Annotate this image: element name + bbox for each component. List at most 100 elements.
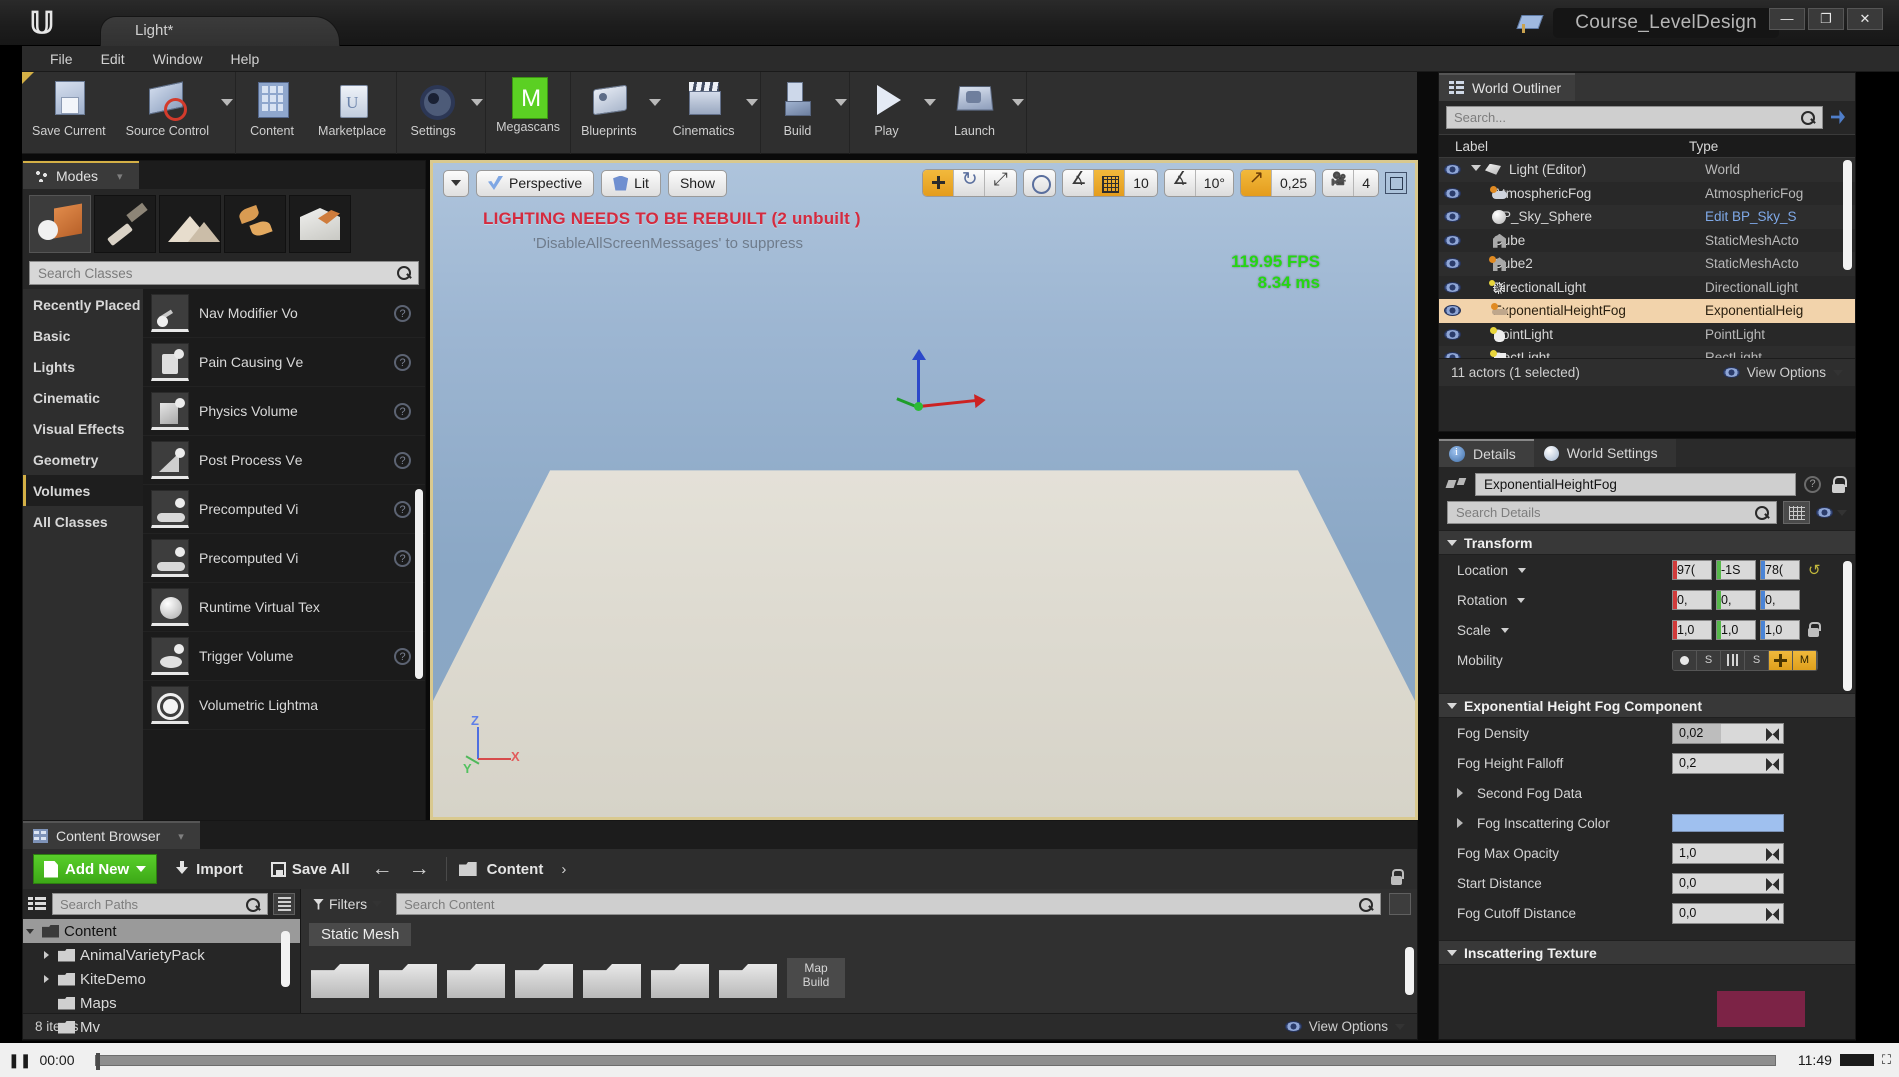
asset-folder[interactable] bbox=[651, 964, 709, 998]
grid-snap-toggle[interactable] bbox=[1094, 170, 1126, 196]
list-item[interactable]: Pain Causing Vе ? bbox=[143, 338, 425, 387]
fog-max-opacity-input[interactable]: 1,0 bbox=[1672, 842, 1784, 864]
tree-item-animal-variety-pack[interactable]: AnimalVarietyPack bbox=[23, 943, 300, 967]
world-space-button[interactable] bbox=[1024, 170, 1055, 196]
foliage-mode-button[interactable] bbox=[224, 195, 286, 253]
volume-slider[interactable] bbox=[1839, 1054, 1874, 1066]
search-details-input[interactable]: Search Details bbox=[1447, 501, 1777, 524]
outliner-search-input[interactable]: Search... bbox=[1446, 106, 1823, 129]
progress-slider[interactable] bbox=[95, 1052, 1776, 1070]
mobility-movable-button[interactable] bbox=[1769, 650, 1793, 670]
geometry-mode-button[interactable] bbox=[289, 195, 351, 253]
actor-pick-icon[interactable] bbox=[1447, 477, 1467, 493]
category-cinematic[interactable]: Cinematic bbox=[23, 382, 143, 413]
search-paths-input[interactable]: Search Paths bbox=[52, 893, 268, 915]
category-recently-placed[interactable]: Recently Placed bbox=[23, 289, 143, 320]
outliner-view-options-button[interactable]: View Options bbox=[1722, 365, 1843, 380]
grid-snap-value[interactable]: 10 bbox=[1125, 170, 1157, 196]
visibility-toggle[interactable] bbox=[1439, 281, 1465, 293]
view-mode-perspective-button[interactable]: Perspective bbox=[476, 169, 595, 197]
table-row[interactable]: ExponentialHeightFog ExponentialHeig bbox=[1439, 299, 1855, 323]
visibility-toggle[interactable] bbox=[1439, 234, 1465, 246]
angle-snap-value[interactable]: 10° bbox=[1196, 170, 1233, 196]
category-visual-effects[interactable]: Visual Effects bbox=[23, 413, 143, 444]
maximize-viewport-button[interactable] bbox=[1385, 172, 1407, 194]
save-current-button[interactable]: Save Current bbox=[22, 72, 116, 154]
column-label[interactable]: Label bbox=[1439, 139, 1689, 154]
outliner-row-type[interactable]: Edit BP_Sky_S bbox=[1705, 209, 1855, 224]
launch-button[interactable]: Launch bbox=[938, 72, 1010, 154]
camera-speed-value[interactable]: 4 bbox=[1354, 170, 1378, 196]
play-dropdown[interactable] bbox=[922, 72, 938, 154]
menu-edit[interactable]: Edit bbox=[87, 48, 139, 70]
asset-folder[interactable] bbox=[447, 964, 505, 998]
list-item[interactable]: Precomputed Vi ? bbox=[143, 485, 425, 534]
tree-item-maps[interactable]: Maps bbox=[23, 991, 300, 1015]
details-scrollbar[interactable] bbox=[1843, 561, 1852, 691]
show-menu-button[interactable]: Show bbox=[667, 169, 727, 197]
assets-scrollbar[interactable] bbox=[1405, 947, 1414, 995]
list-item[interactable]: Precomputed Vi ? bbox=[143, 534, 425, 583]
class-list-scrollbar[interactable] bbox=[415, 489, 423, 679]
table-row[interactable]: Cube2 StaticMeshActo bbox=[1439, 252, 1855, 276]
column-type[interactable]: Type bbox=[1689, 139, 1855, 154]
tab-modes[interactable]: Modes ▾ bbox=[23, 161, 139, 189]
list-item[interactable]: Runtime Virtual Teх bbox=[143, 583, 425, 632]
content-browser-lock-icon[interactable] bbox=[1389, 869, 1404, 885]
translate-gizmo-button[interactable] bbox=[923, 170, 955, 196]
progress-handle[interactable] bbox=[96, 1052, 101, 1070]
section-fog-component[interactable]: Exponential Height Fog Component bbox=[1439, 693, 1855, 718]
search-content-input[interactable]: Search Content bbox=[396, 893, 1381, 915]
visibility-toggle[interactable] bbox=[1439, 211, 1465, 223]
scale-lock-icon[interactable] bbox=[1806, 622, 1821, 638]
details-grid-view-button[interactable] bbox=[1783, 501, 1810, 524]
scale-snap-value[interactable]: 0,25 bbox=[1272, 170, 1315, 196]
visibility-toggle[interactable] bbox=[1439, 258, 1465, 270]
start-distance-input[interactable]: 0,0 bbox=[1672, 872, 1784, 894]
fog-inscattering-color-swatch[interactable] bbox=[1672, 814, 1784, 832]
asset-folder[interactable] bbox=[311, 964, 369, 998]
menu-help[interactable]: Help bbox=[216, 48, 273, 70]
table-row[interactable]: PointLight PointLight bbox=[1439, 322, 1855, 346]
outliner-scrollbar[interactable] bbox=[1843, 160, 1852, 270]
help-icon[interactable]: ? bbox=[394, 353, 411, 371]
category-all-classes[interactable]: All Classes bbox=[23, 506, 143, 537]
expander-icon[interactable] bbox=[23, 928, 37, 934]
content-view-options-button[interactable]: View Options bbox=[1284, 1019, 1405, 1034]
play-button[interactable]: Play bbox=[850, 72, 922, 154]
expander-icon[interactable] bbox=[1471, 164, 1481, 175]
level-tab[interactable]: Light* bbox=[100, 16, 340, 46]
angle-snap-toggle[interactable] bbox=[1165, 170, 1196, 196]
transform-gizmo[interactable] bbox=[873, 349, 977, 448]
visibility-toggle[interactable] bbox=[1439, 164, 1465, 176]
visibility-toggle[interactable] bbox=[1439, 187, 1465, 199]
forward-arrow-icon[interactable]: → bbox=[405, 857, 434, 881]
blueprints-dropdown[interactable] bbox=[647, 72, 663, 154]
mobility-stationary-button[interactable] bbox=[1721, 650, 1745, 670]
tree-item-kite-demo[interactable]: KiteDemo bbox=[23, 967, 300, 991]
help-icon[interactable]: ? bbox=[394, 402, 411, 420]
table-row[interactable]: DirectionalLight DirectionalLight bbox=[1439, 275, 1855, 299]
section-inscattering-texture[interactable]: Inscattering Texture bbox=[1439, 940, 1855, 965]
fog-cutoff-distance-input[interactable]: 0,0 bbox=[1672, 902, 1784, 924]
mobility-static-button[interactable] bbox=[1673, 650, 1697, 670]
tab-world-outliner[interactable]: World Outliner bbox=[1439, 73, 1576, 101]
search-classes-input[interactable]: Search Classes bbox=[29, 261, 419, 285]
pause-button[interactable]: ❚❚ bbox=[8, 1052, 31, 1069]
help-icon[interactable]: ? bbox=[394, 549, 411, 567]
list-item[interactable]: Nav Modifier Vo ? bbox=[143, 289, 425, 338]
category-lights[interactable]: Lights bbox=[23, 351, 143, 382]
asset-folder[interactable] bbox=[583, 964, 641, 998]
build-button[interactable]: Build bbox=[761, 72, 833, 154]
category-geometry[interactable]: Geometry bbox=[23, 444, 143, 475]
blueprints-button[interactable]: Blueprints bbox=[571, 72, 647, 154]
chevron-right-icon[interactable] bbox=[1457, 818, 1463, 828]
lock-icon[interactable] bbox=[1829, 475, 1847, 494]
gizmo-z-axis[interactable] bbox=[912, 349, 926, 406]
property-second-fog-data[interactable]: Second Fog Data bbox=[1439, 778, 1855, 808]
paths-scrollbar[interactable] bbox=[281, 931, 290, 987]
filter-chip-static-mesh[interactable]: Static Mesh bbox=[309, 923, 412, 946]
cinematics-button[interactable]: Cinematics bbox=[663, 72, 745, 154]
paths-view-button[interactable] bbox=[273, 893, 295, 915]
settings-button[interactable]: Settings bbox=[397, 72, 469, 154]
